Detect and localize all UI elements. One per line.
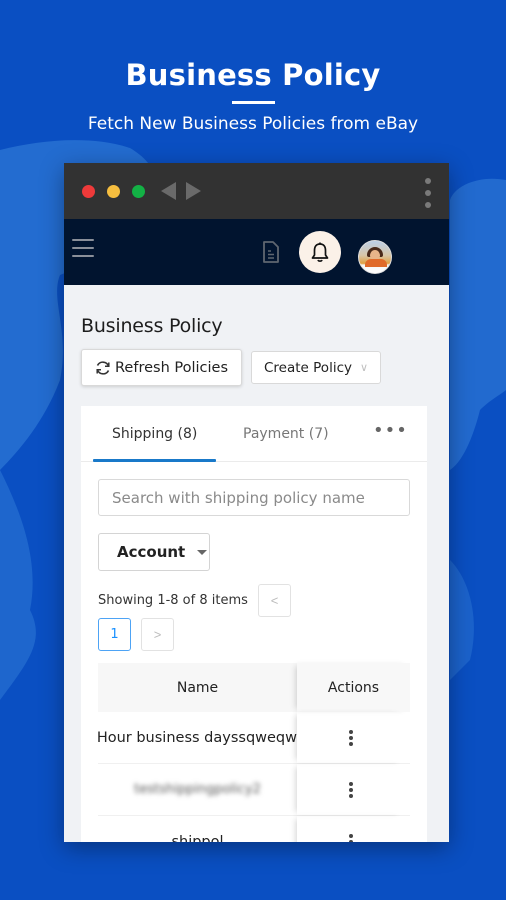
policy-tabs: Shipping (8) Payment (7) •••: [81, 406, 427, 462]
policy-name-cell: testshippingpolicy2: [134, 782, 261, 797]
more-vertical-icon: [348, 832, 353, 842]
page-content: Business Policy Refresh Policies Create …: [64, 315, 449, 842]
user-avatar[interactable]: [358, 240, 392, 274]
document-icon[interactable]: [262, 241, 280, 263]
caret-down-icon: [197, 549, 208, 555]
browser-chrome-bar: [64, 163, 449, 219]
policy-name-cell: ner Hour business dayssqweqw: [98, 729, 297, 746]
more-vertical-icon: [348, 728, 353, 748]
search-policy-input[interactable]: [98, 479, 410, 516]
table-row: testshippingpolicy2: [98, 764, 410, 816]
tab-payment[interactable]: Payment (7): [243, 426, 329, 442]
close-window-button[interactable]: [82, 185, 95, 198]
column-header-name[interactable]: Name: [98, 663, 297, 712]
page-title: Business Policy: [81, 315, 223, 337]
action-buttons: Refresh Policies Create Policy ∨: [81, 349, 432, 386]
bell-icon: [311, 242, 329, 262]
tab-shipping[interactable]: Shipping (8): [112, 426, 197, 442]
row-actions-button[interactable]: [297, 712, 404, 763]
promo-subtitle: Fetch New Business Policies from eBay: [87, 114, 419, 134]
policy-name-cell: shippol: [171, 833, 224, 843]
account-dropdown-label: Account: [117, 543, 186, 561]
notifications-button[interactable]: [299, 231, 341, 273]
column-header-actions: Actions: [297, 663, 410, 712]
pagination-summary: Showing 1-8 of 8 items: [98, 593, 248, 608]
create-policy-dropdown[interactable]: Create Policy ∨: [251, 351, 382, 384]
next-page-button[interactable]: >: [141, 618, 174, 651]
maximize-window-button[interactable]: [132, 185, 145, 198]
more-vertical-icon: [348, 780, 353, 800]
tab-more-icon[interactable]: •••: [373, 420, 408, 441]
forward-arrow-icon[interactable]: [186, 182, 201, 200]
refresh-policies-label: Refresh Policies: [115, 359, 228, 376]
refresh-icon: [96, 360, 110, 375]
app-header: [64, 219, 449, 285]
active-tab-indicator: [93, 459, 216, 462]
previous-page-button[interactable]: <: [258, 584, 291, 617]
create-policy-label: Create Policy: [264, 359, 352, 376]
policy-card: Shipping (8) Payment (7) ••• Account Sho…: [81, 406, 427, 842]
row-actions-button[interactable]: [297, 816, 404, 842]
promo-title: Business Policy: [125, 58, 381, 92]
account-dropdown[interactable]: Account: [98, 533, 210, 571]
row-actions-button[interactable]: [297, 764, 404, 815]
page-1-button[interactable]: 1: [98, 618, 131, 651]
browser-menu-icon[interactable]: [425, 178, 431, 214]
browser-window: Business Policy Refresh Policies Create …: [64, 163, 449, 842]
promo-divider: [232, 101, 275, 104]
chevron-down-icon: ∨: [359, 361, 369, 374]
hamburger-menu-icon[interactable]: [72, 239, 94, 263]
table-header: Name Actions: [98, 663, 410, 712]
table-row: shippol: [98, 816, 410, 842]
policies-table: Name Actions ner Hour business dayssqweq…: [98, 663, 410, 842]
table-row: ner Hour business dayssqweqw: [98, 712, 410, 764]
refresh-policies-button[interactable]: Refresh Policies: [81, 349, 242, 386]
back-arrow-icon[interactable]: [161, 182, 176, 200]
minimize-window-button[interactable]: [107, 185, 120, 198]
